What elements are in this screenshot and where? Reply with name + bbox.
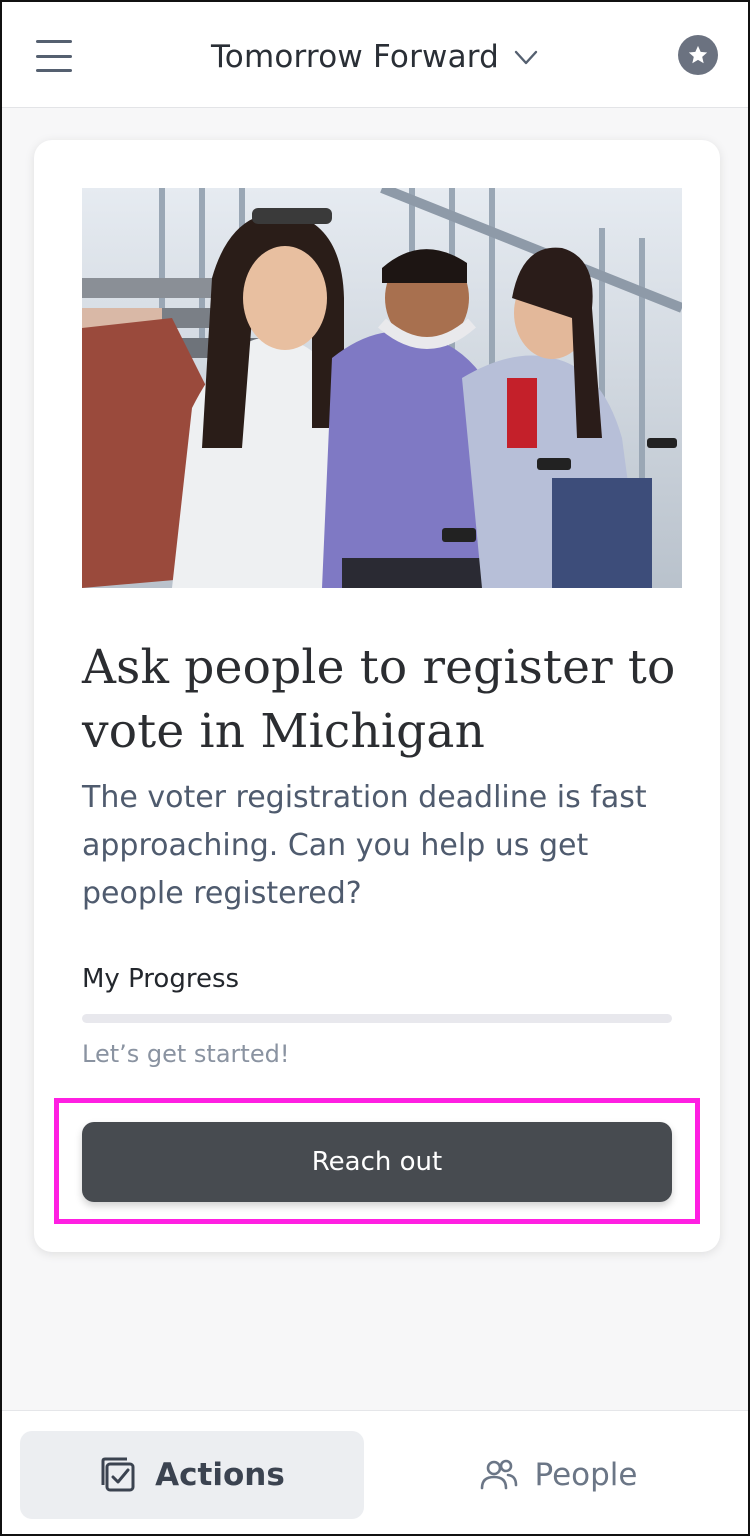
- checklist-icon: [101, 1457, 135, 1492]
- tab-actions-label: Actions: [155, 1457, 285, 1493]
- org-switcher[interactable]: Tomorrow Forward: [2, 36, 748, 78]
- progress-bar: [82, 1014, 672, 1023]
- tab-actions[interactable]: Actions: [20, 1431, 364, 1519]
- people-icon: [480, 1459, 517, 1490]
- hero-image: [82, 188, 682, 588]
- tab-people[interactable]: People: [386, 1431, 730, 1519]
- bottom-nav: Actions People: [2, 1410, 748, 1534]
- chevron-down-icon: [514, 50, 538, 65]
- org-name: Tomorrow Forward: [210, 39, 500, 75]
- reach-out-button[interactable]: Reach out: [82, 1122, 672, 1202]
- progress-label: My Progress: [82, 964, 240, 994]
- action-description: The voter registration deadline is fast …: [82, 780, 647, 911]
- action-card: Ask people to register to vote in Michig…: [34, 140, 720, 1252]
- progress-status: Let’s get started!: [82, 1040, 290, 1068]
- action-title: Ask people to register to vote in Michig…: [82, 640, 676, 759]
- tab-people-label: People: [534, 1457, 638, 1493]
- app-frame: Tomorrow Forward Ask people to register …: [0, 0, 750, 1536]
- top-bar: Tomorrow Forward: [2, 2, 748, 108]
- star-icon[interactable]: [678, 35, 718, 75]
